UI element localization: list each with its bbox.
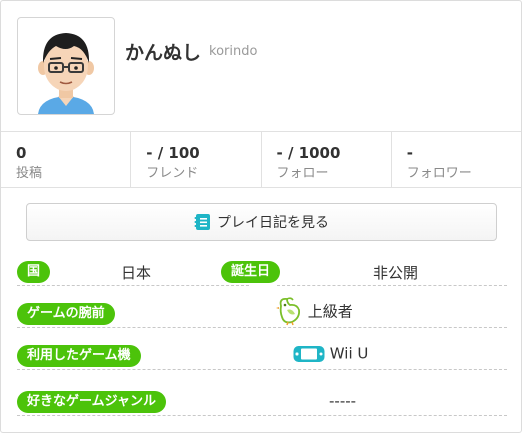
birthday-value: 非公開: [373, 264, 419, 282]
mii-face-icon: [38, 33, 94, 114]
stat-followers[interactable]: - フォロワー: [392, 132, 521, 187]
row-divider: [17, 285, 249, 286]
stat-value: - / 100: [146, 144, 200, 162]
genre-value: -----: [329, 392, 357, 410]
row-divider: [17, 369, 507, 370]
info-row-country-birthday: 国 日本 誕生日 非公開: [17, 260, 507, 286]
info-row-genre: 好きなゲームジャンル -----: [17, 390, 507, 416]
stat-label: 投稿: [16, 166, 43, 181]
wiiu-gamepad-icon: [293, 345, 325, 362]
row-divider: [277, 285, 507, 286]
profile-header: かんぬし korindo: [1, 1, 521, 131]
stat-posts[interactable]: 0 投稿: [1, 132, 132, 187]
info-row-system: 利用したゲーム機 Wii U: [17, 344, 507, 370]
stat-following[interactable]: - / 1000 フォロー: [262, 132, 392, 187]
stat-value: 0: [16, 144, 27, 162]
stat-label: フレンド: [146, 166, 199, 181]
country-value: 日本: [121, 264, 152, 282]
stat-friends[interactable]: - / 100 フレンド: [131, 132, 262, 187]
screen-name: かんぬし: [125, 42, 202, 64]
journal-icon: [194, 214, 210, 230]
birthday-label: 誕生日: [221, 261, 281, 283]
skill-value-wrap: 上級者: [275, 296, 353, 326]
user-id: korindo: [209, 44, 258, 59]
play-journal-label: プレイ日記を見る: [217, 215, 329, 231]
system-label: 利用したゲーム機: [17, 345, 141, 367]
stats-bar: 0 投稿 - / 100 フレンド - / 1000 フォロー - フォロワー: [1, 131, 521, 188]
country-label: 国: [17, 261, 51, 283]
system-value-wrap: Wii U: [293, 344, 368, 363]
bird-icon: [276, 297, 301, 326]
skill-value: 上級者: [307, 302, 353, 321]
row-divider: [17, 327, 507, 328]
system-value: Wii U: [329, 344, 369, 363]
stat-label: フォロワー: [406, 166, 472, 181]
info-row-skill: ゲームの腕前 上級者: [17, 297, 507, 328]
skill-label: ゲームの腕前: [17, 303, 115, 325]
play-journal-button[interactable]: プレイ日記を見る: [26, 203, 497, 241]
row-divider: [17, 415, 507, 416]
stat-value: -: [406, 144, 413, 162]
stat-value: - / 1000: [276, 144, 341, 162]
mii-avatar[interactable]: [17, 17, 115, 115]
stat-label: フォロー: [276, 166, 329, 181]
profile-card: かんぬし korindo 0 投稿 - / 100 フレンド - / 1000 …: [0, 0, 522, 433]
genre-label: 好きなゲームジャンル: [17, 391, 166, 413]
